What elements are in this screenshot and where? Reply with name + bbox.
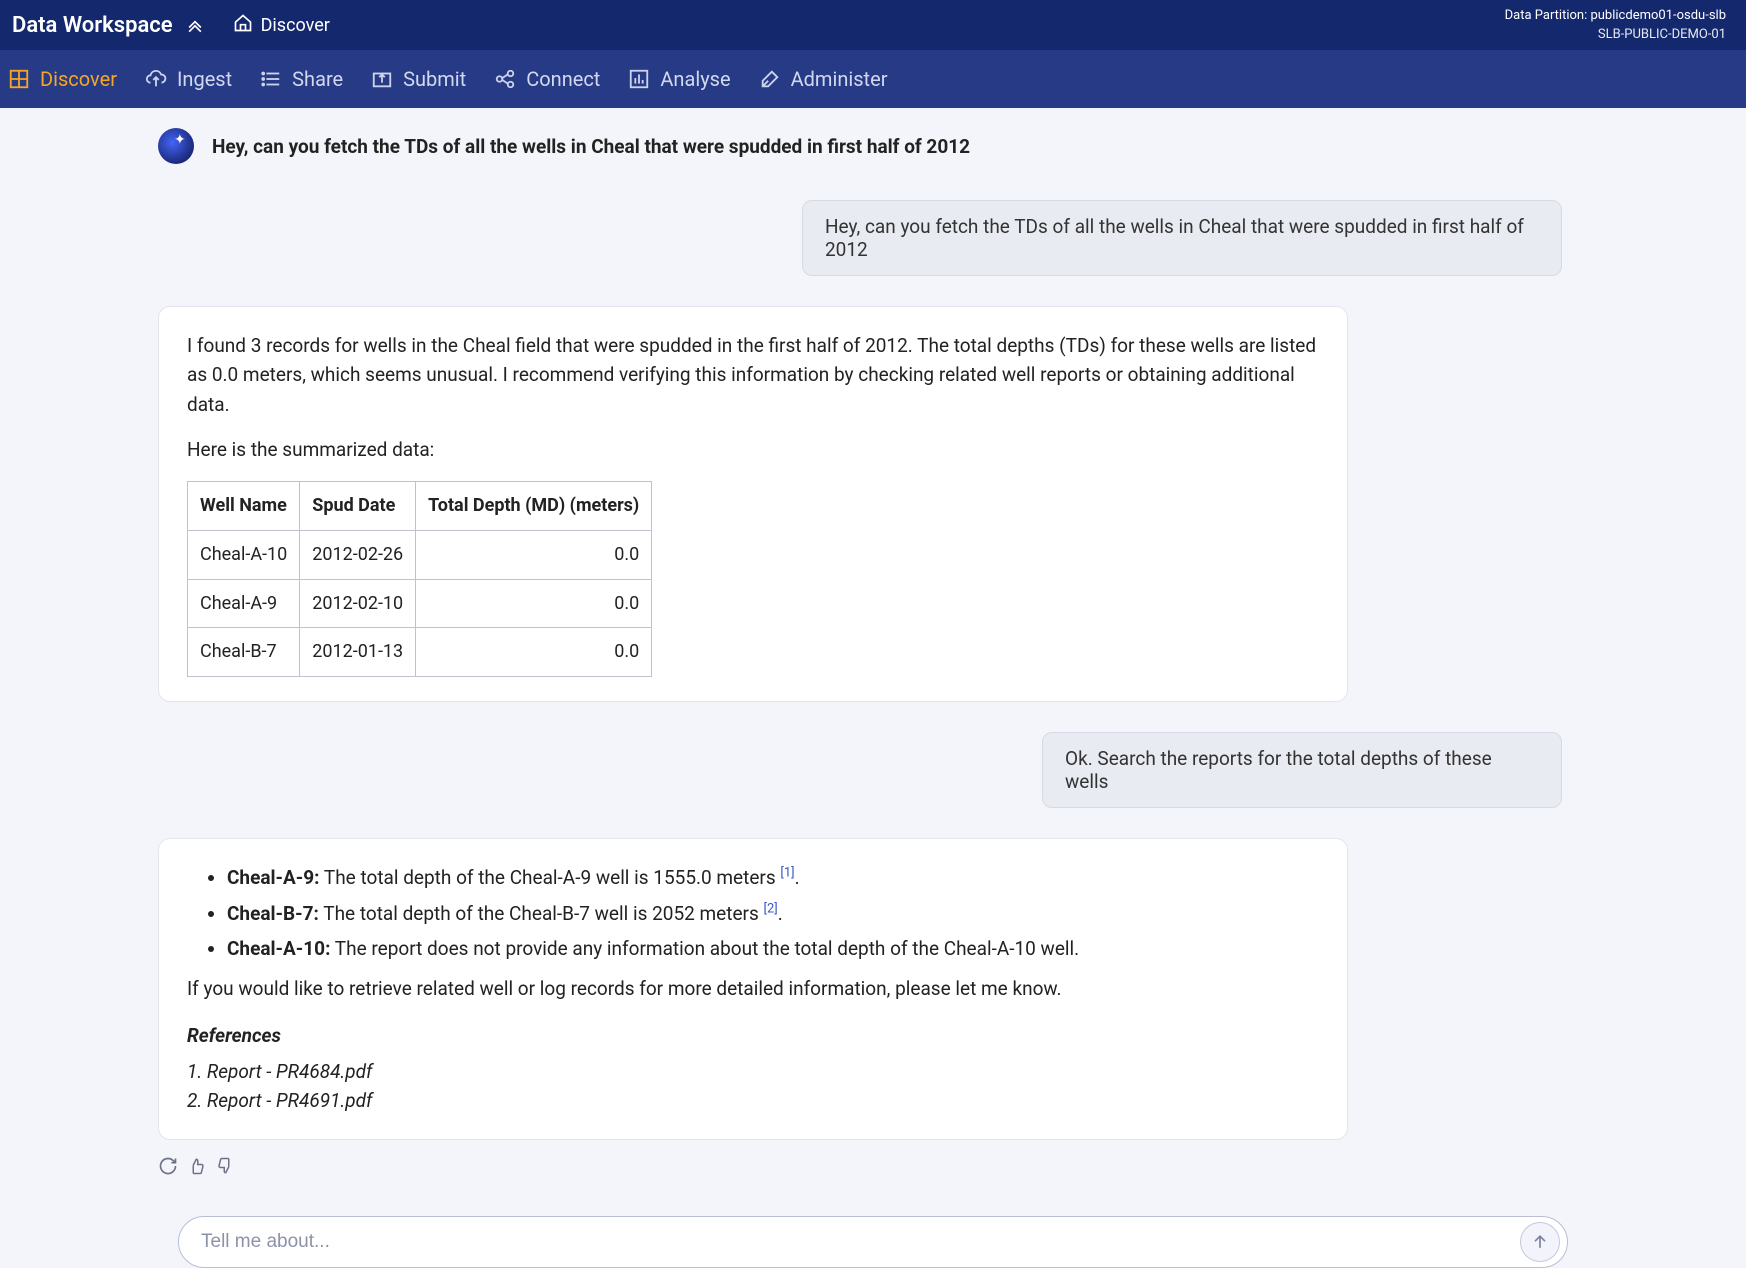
depth-results-list: Cheal-A-9: The total depth of the Cheal-… — [227, 863, 1319, 963]
item-label: Cheal-B-7: — [227, 902, 319, 925]
item-label: Cheal-A-10: — [227, 937, 330, 960]
cell-td: 0.0 — [416, 628, 652, 677]
cell-spud: 2012-02-26 — [300, 530, 416, 579]
assistant-message-2: Cheal-A-9: The total depth of the Cheal-… — [158, 838, 1348, 1140]
nav-item-analyse[interactable]: Analyse — [628, 67, 730, 91]
item-text: The total depth of the Cheal-B-7 well is… — [319, 902, 764, 925]
nav-label: Submit — [403, 67, 466, 91]
nav-label: Connect — [526, 67, 600, 91]
assistant-1-para-1: I found 3 records for wells in the Cheal… — [187, 331, 1319, 419]
col-total-depth: Total Depth (MD) (meters) — [416, 481, 652, 530]
partition-line-1: Data Partition: publicdemo01-osdu-slb — [1505, 6, 1726, 26]
nav-label: Share — [292, 67, 343, 91]
nav-item-administer[interactable]: Administer — [759, 67, 888, 91]
app-header: Data Workspace Discover Data Partition: … — [0, 0, 1746, 50]
cell-well: Cheal-B-7 — [188, 628, 300, 677]
chart-icon — [628, 68, 650, 90]
home-label: Discover — [261, 15, 330, 36]
nav-item-connect[interactable]: Connect — [494, 67, 600, 91]
brand-block: Data Workspace — [12, 13, 205, 38]
wells-table: Well Name Spud Date Total Depth (MD) (me… — [187, 481, 652, 678]
user-message-1: Hey, can you fetch the TDs of all the we… — [802, 200, 1562, 276]
citation-link[interactable]: [1] — [780, 866, 794, 881]
item-text: The report does not provide any informat… — [330, 937, 1079, 960]
cloud-upload-icon — [145, 68, 167, 90]
cell-spud: 2012-02-10 — [300, 579, 416, 628]
cell-well: Cheal-A-10 — [188, 530, 300, 579]
connect-icon — [494, 68, 516, 90]
cell-td: 0.0 — [416, 579, 652, 628]
nav-item-submit[interactable]: Submit — [371, 67, 466, 91]
list-item: Cheal-B-7: The total depth of the Cheal-… — [227, 899, 1319, 928]
cell-spud: 2012-01-13 — [300, 628, 416, 677]
item-label: Cheal-A-9: — [227, 866, 320, 889]
reference-item: 1. Report - PR4684.pdf — [187, 1057, 1319, 1086]
citation-link[interactable]: [2] — [764, 901, 778, 916]
partition-line-2: SLB-PUBLIC-DEMO-01 — [1505, 25, 1726, 45]
ai-avatar-icon — [158, 128, 194, 164]
table-row: Cheal-B-7 2012-01-13 0.0 — [188, 628, 652, 677]
chevron-up-icon[interactable] — [185, 15, 205, 35]
nav-item-ingest[interactable]: Ingest — [145, 67, 232, 91]
conversation-title-row: Hey, can you fetch the TDs of all the we… — [158, 128, 1588, 164]
nav-bar: Discover Ingest Share Submit Connect Ana… — [0, 50, 1746, 108]
col-spud-date: Spud Date — [300, 481, 416, 530]
feedback-row — [158, 1156, 1588, 1176]
list-icon — [260, 68, 282, 90]
cell-well: Cheal-A-9 — [188, 579, 300, 628]
chat-input-bar — [178, 1216, 1568, 1268]
nav-item-discover[interactable]: Discover — [8, 67, 117, 91]
table-row: Cheal-A-9 2012-02-10 0.0 — [188, 579, 652, 628]
partition-info: Data Partition: publicdemo01-osdu-slb SL… — [1505, 6, 1734, 45]
references-heading: References — [187, 1021, 1319, 1050]
thumbs-down-button[interactable] — [216, 1157, 234, 1175]
nav-label: Analyse — [660, 67, 730, 91]
reference-item: 2. Report - PR4691.pdf — [187, 1086, 1319, 1115]
nav-label: Ingest — [177, 67, 232, 91]
home-link[interactable]: Discover — [233, 13, 330, 38]
conversation-title: Hey, can you fetch the TDs of all the we… — [212, 135, 970, 158]
thumbs-up-button[interactable] — [188, 1157, 206, 1175]
item-text: The total depth of the Cheal-A-9 well is… — [320, 866, 781, 889]
regenerate-button[interactable] — [158, 1156, 178, 1176]
table-row: Cheal-A-10 2012-02-26 0.0 — [188, 530, 652, 579]
nav-label: Administer — [791, 67, 888, 91]
table-header-row: Well Name Spud Date Total Depth (MD) (me… — [188, 481, 652, 530]
nav-item-share[interactable]: Share — [260, 67, 343, 91]
assistant-message-1: I found 3 records for wells in the Cheal… — [158, 306, 1348, 702]
col-well-name: Well Name — [188, 481, 300, 530]
assistant-1-para-2: Here is the summarized data: — [187, 435, 1319, 464]
home-icon — [233, 13, 253, 38]
closing-text: If you would like to retrieve related we… — [187, 974, 1319, 1003]
list-item: Cheal-A-10: The report does not provide … — [227, 934, 1319, 963]
submit-icon — [371, 68, 393, 90]
user-message-2: Ok. Search the reports for the total dep… — [1042, 732, 1562, 808]
nav-label: Discover — [40, 67, 117, 91]
chat-input[interactable] — [178, 1216, 1568, 1268]
chat-area: Hey, can you fetch the TDs of all the we… — [0, 108, 1746, 1268]
cell-td: 0.0 — [416, 530, 652, 579]
list-item: Cheal-A-9: The total depth of the Cheal-… — [227, 863, 1319, 892]
brand-title: Data Workspace — [12, 13, 173, 38]
tools-icon — [759, 68, 781, 90]
grid-icon — [8, 68, 30, 90]
